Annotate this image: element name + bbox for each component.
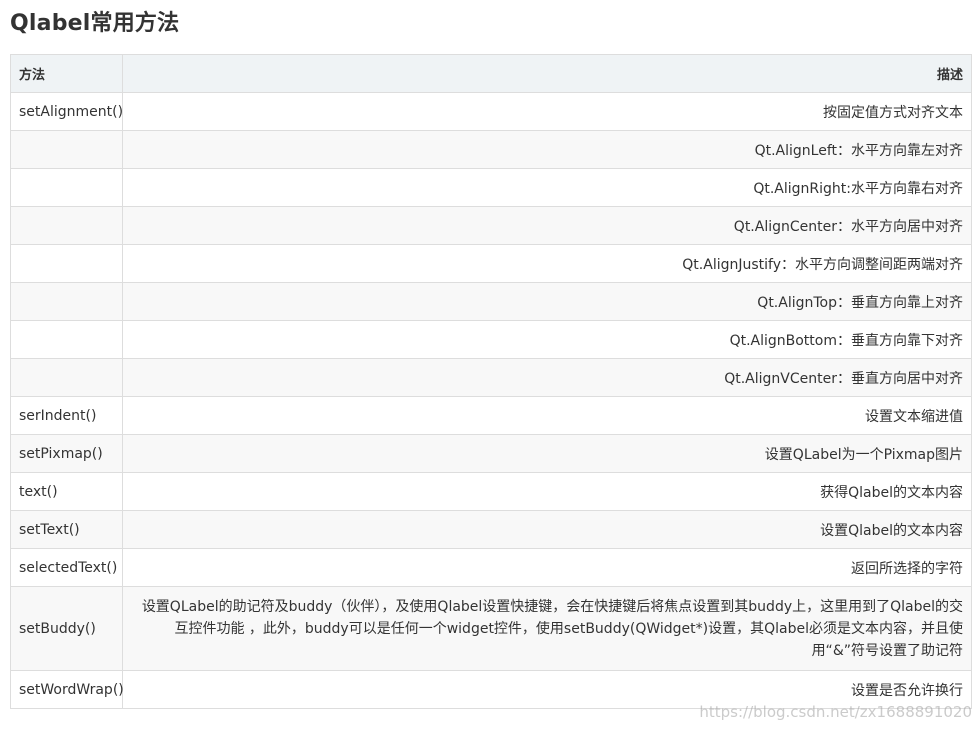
table-row: Qt.AlignRight:水平方向靠右对齐	[10, 168, 972, 207]
table-row: setWordWrap() 设置是否允许换行	[10, 670, 972, 709]
description-cell: 返回所选择的字符	[122, 548, 972, 587]
description-cell: Qt.AlignBottom：垂直方向靠下对齐	[122, 320, 972, 359]
method-cell	[10, 130, 123, 169]
method-cell	[10, 168, 123, 207]
method-cell: setPixmap()	[10, 434, 123, 473]
column-header-description: 描述	[122, 54, 972, 93]
table-row: Qt.AlignCenter：水平方向居中对齐	[10, 206, 972, 245]
method-cell: selectedText()	[10, 548, 123, 587]
method-cell: serIndent()	[10, 396, 123, 435]
method-cell: setWordWrap()	[10, 670, 124, 709]
method-cell	[10, 244, 123, 283]
table-row: serIndent() 设置文本缩进值	[10, 396, 972, 435]
description-cell: 设置是否允许换行	[122, 670, 972, 709]
page-title: Qlabel常用方法	[10, 11, 180, 36]
method-cell: text()	[10, 472, 123, 511]
table-row: setBuddy() 设置QLabel的助记符及buddy（伙伴），及使用Qla…	[10, 586, 972, 671]
table-row: text() 获得Qlabel的文本内容	[10, 472, 972, 511]
table-row: selectedText() 返回所选择的字符	[10, 548, 972, 587]
description-cell: Qt.AlignLeft：水平方向靠左对齐	[122, 130, 972, 169]
description-cell: Qt.AlignVCenter：垂直方向居中对齐	[122, 358, 972, 397]
table-row: Qt.AlignLeft：水平方向靠左对齐	[10, 130, 972, 169]
table-row: setAlignment() 按固定值方式对齐文本	[10, 92, 972, 131]
description-cell: 按固定值方式对齐文本	[122, 92, 972, 131]
table-row: Qt.AlignJustify：水平方向调整间距两端对齐	[10, 244, 972, 283]
method-cell	[10, 206, 123, 245]
column-header-method: 方法	[10, 54, 123, 93]
description-cell: Qt.AlignTop：垂直方向靠上对齐	[122, 282, 972, 321]
description-cell: 获得Qlabel的文本内容	[122, 472, 972, 511]
table-row: Qt.AlignVCenter：垂直方向居中对齐	[10, 358, 972, 397]
table-header-row: 方法 描述	[10, 54, 972, 93]
method-cell	[10, 320, 123, 359]
method-cell: setAlignment()	[10, 92, 123, 131]
method-cell	[10, 282, 123, 321]
methods-table: 方法 描述 setAlignment() 按固定值方式对齐文本 Qt.Align…	[10, 54, 972, 709]
method-cell: setText()	[10, 510, 123, 549]
description-cell: Qt.AlignRight:水平方向靠右对齐	[122, 168, 972, 207]
method-cell	[10, 358, 123, 397]
table-row: Qt.AlignTop：垂直方向靠上对齐	[10, 282, 972, 321]
description-cell: 设置Qlabel的文本内容	[122, 510, 972, 549]
table-row: setText() 设置Qlabel的文本内容	[10, 510, 972, 549]
description-cell: 设置QLabel的助记符及buddy（伙伴），及使用Qlabel设置快捷键，会在…	[122, 586, 972, 671]
table-row: setPixmap() 设置QLabel为一个Pixmap图片	[10, 434, 972, 473]
table-row: Qt.AlignBottom：垂直方向靠下对齐	[10, 320, 972, 359]
description-cell: 设置QLabel为一个Pixmap图片	[122, 434, 972, 473]
description-cell: 设置文本缩进值	[122, 396, 972, 435]
description-cell: Qt.AlignJustify：水平方向调整间距两端对齐	[122, 244, 972, 283]
method-cell: setBuddy()	[10, 586, 123, 671]
description-cell: Qt.AlignCenter：水平方向居中对齐	[122, 206, 972, 245]
